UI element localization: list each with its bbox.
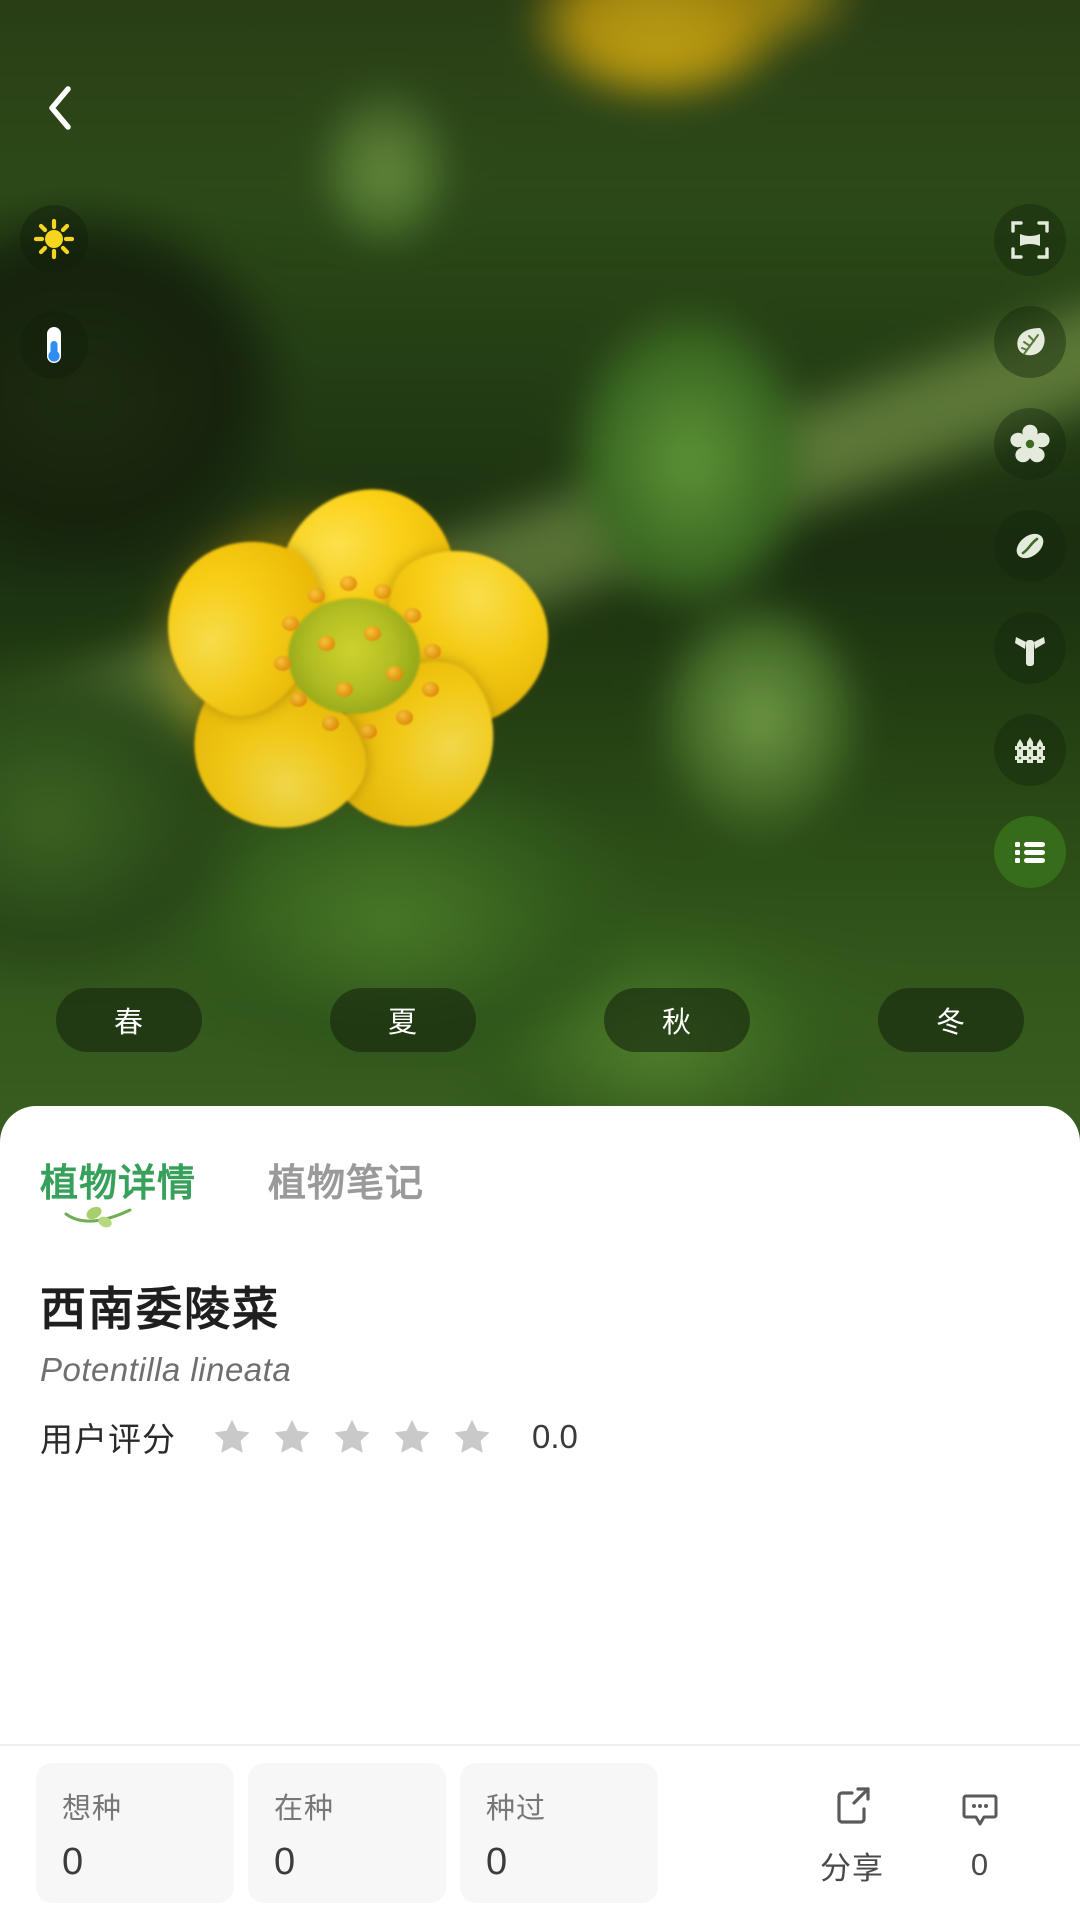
rail-item-leaf[interactable] (994, 306, 1066, 378)
star-icon[interactable] (330, 1415, 374, 1459)
list-icon (1015, 842, 1045, 863)
stat-want-to-grow[interactable]: 想种 0 (36, 1763, 234, 1903)
branch-icon (1015, 637, 1045, 666)
comment-icon (962, 1794, 998, 1826)
seed-icon (1016, 533, 1044, 559)
share-action[interactable]: 分享 (788, 1779, 916, 1888)
bottom-action-bar: 想种 0 在种 0 种过 0 分享 0 (0, 1744, 1080, 1920)
plant-scientific-name: Potentilla lineata (40, 1351, 292, 1388)
season-selector: 春 夏 秋 冬 (0, 988, 1080, 1052)
hero-vignette (0, 0, 1080, 1160)
rating-row: 用户评分 0.0 (40, 1413, 1080, 1461)
plant-part-rail (994, 204, 1066, 918)
comment-action[interactable]: 0 (916, 1783, 1044, 1883)
share-label: 分享 (820, 1850, 884, 1886)
stat-label: 在种 (274, 1793, 335, 1825)
rail-item-branch[interactable] (994, 612, 1066, 684)
plant-hero-photo[interactable] (0, 0, 1080, 1160)
tab-label: 植物笔记 (268, 1163, 425, 1205)
star-icon[interactable] (450, 1415, 494, 1459)
stat-value: 0 (486, 1841, 508, 1883)
stat-growing[interactable]: 在种 0 (248, 1763, 446, 1903)
sunlight-badge[interactable] (20, 205, 88, 273)
season-chip-spring[interactable]: 春 (56, 988, 202, 1052)
star-rating[interactable] (210, 1415, 510, 1459)
whole-plant-icon (1011, 221, 1049, 259)
plant-name-block: 西南委陵菜 Potentilla lineata 用户评分 0.0 (0, 1207, 1080, 1461)
back-button[interactable] (24, 72, 96, 144)
plant-chinese-name: 西南委陵菜 (40, 1283, 280, 1335)
rail-item-habitat[interactable] (994, 714, 1066, 786)
stat-label: 想种 (62, 1793, 123, 1825)
star-icon[interactable] (210, 1415, 254, 1459)
leaf-icon (1017, 328, 1045, 356)
star-icon[interactable] (270, 1415, 314, 1459)
detail-sheet: 植物详情 植物笔记 西南委陵菜 Potentilla lineata 用户评分 (0, 1106, 1080, 1920)
rating-label: 用户评分 (40, 1421, 176, 1458)
tab-plant-details[interactable]: 植物详情 (40, 1152, 197, 1228)
rail-item-whole-plant[interactable] (994, 204, 1066, 276)
season-chip-winter[interactable]: 冬 (878, 988, 1024, 1052)
season-chip-autumn[interactable]: 秋 (604, 988, 750, 1052)
plant-detail-screen: 春 夏 秋 冬 植物详情 植物笔记 西南委陵菜 Potentilla linea… (0, 0, 1080, 1920)
tab-plant-notes[interactable]: 植物笔记 (268, 1152, 424, 1207)
season-chip-summer[interactable]: 夏 (330, 988, 476, 1052)
fence-icon (1015, 737, 1045, 763)
sun-icon (33, 218, 75, 260)
chevron-left-icon (49, 86, 71, 130)
rail-item-flower[interactable] (994, 408, 1066, 480)
star-icon[interactable] (390, 1415, 434, 1459)
active-tab-vine-indicator (64, 1206, 132, 1228)
temperature-badge[interactable] (20, 311, 88, 379)
stat-grown[interactable]: 种过 0 (460, 1763, 658, 1903)
rail-item-seed[interactable] (994, 510, 1066, 582)
tab-label: 植物详情 (40, 1163, 197, 1205)
comment-count: 0 (970, 1847, 990, 1882)
stat-label: 种过 (486, 1793, 547, 1825)
stat-value: 0 (274, 1841, 296, 1883)
rating-value: 0.0 (532, 1418, 578, 1455)
rail-item-list[interactable] (994, 816, 1066, 888)
stat-value: 0 (62, 1841, 84, 1883)
share-icon (837, 1786, 870, 1824)
detail-tabs: 植物详情 植物笔记 (0, 1106, 1080, 1228)
thermometer-icon (47, 327, 61, 363)
flower-icon (1010, 424, 1050, 463)
